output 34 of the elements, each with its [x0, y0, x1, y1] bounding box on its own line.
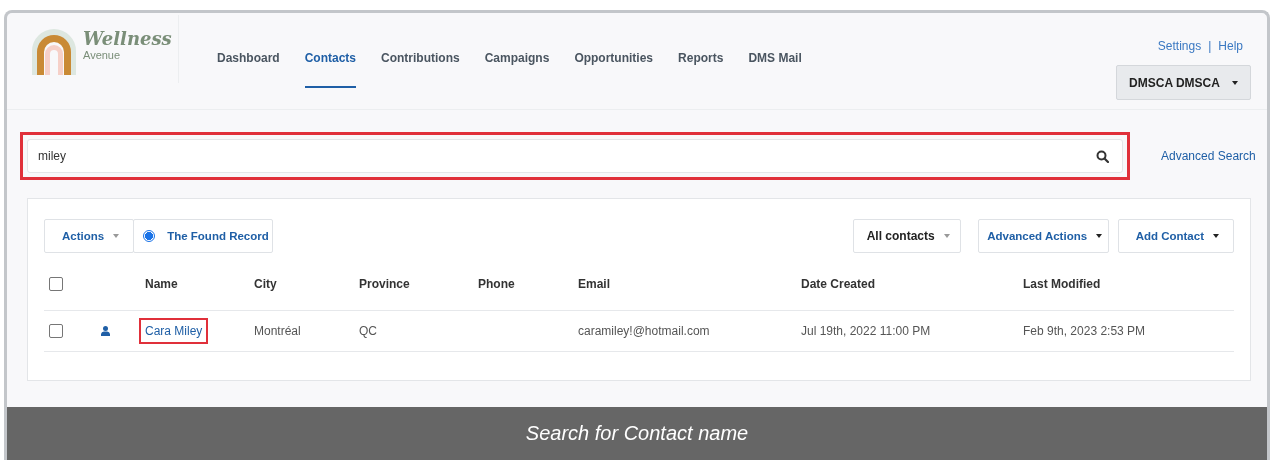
nav-tab[interactable]: Campaigns: [484, 51, 550, 88]
nav-tab[interactable]: Dashboard: [217, 51, 280, 88]
column-header: Phone: [478, 277, 515, 291]
column-header: Email: [578, 277, 610, 291]
nav-tab[interactable]: Opportunities: [574, 51, 654, 88]
table-cell: caramiley!@hotmail.com: [578, 324, 710, 338]
actions-button[interactable]: Actions: [44, 219, 135, 253]
advanced-search-link[interactable]: Advanced Search: [1161, 149, 1256, 163]
nav-tab[interactable]: Contacts: [304, 51, 357, 88]
nav-tab[interactable]: Contributions: [381, 51, 460, 88]
caption-text: Search for Contact name: [525, 422, 749, 445]
logo-title: Wellness: [83, 29, 172, 49]
table-cell: Jul 19th, 2022 11:00 PM: [801, 324, 931, 338]
advanced-actions-button[interactable]: Advanced Actions: [977, 219, 1109, 253]
link-separator: |: [1208, 39, 1212, 53]
nav-tab[interactable]: DMS Mail: [748, 51, 802, 88]
header-link[interactable]: Settings: [1157, 39, 1202, 53]
contact-name-link[interactable]: Cara Miley: [139, 318, 209, 344]
search-field[interactable]: miley: [27, 139, 1123, 173]
filter-dropdown[interactable]: All contacts: [852, 219, 961, 253]
column-header: Last Modified: [1023, 277, 1101, 291]
column-header: Name: [145, 277, 178, 291]
found-record-button[interactable]: The Found Record: [133, 219, 274, 253]
table-cell: QC: [359, 324, 377, 338]
column-header: Province: [359, 277, 410, 291]
user-menu-button[interactable]: DMSCA DMSCA: [1116, 65, 1251, 100]
column-header: Date Created: [801, 277, 876, 291]
add-contact-button[interactable]: Add Contact: [1117, 219, 1234, 253]
table-cell: Montréal: [254, 324, 301, 338]
table-cell: Feb 9th, 2023 2:53 PM: [1023, 324, 1146, 338]
column-header: City: [254, 277, 277, 291]
nav-tab[interactable]: Reports: [678, 51, 724, 88]
logo-subtitle: Avenue: [83, 49, 122, 61]
header-link[interactable]: Help: [1218, 39, 1243, 53]
